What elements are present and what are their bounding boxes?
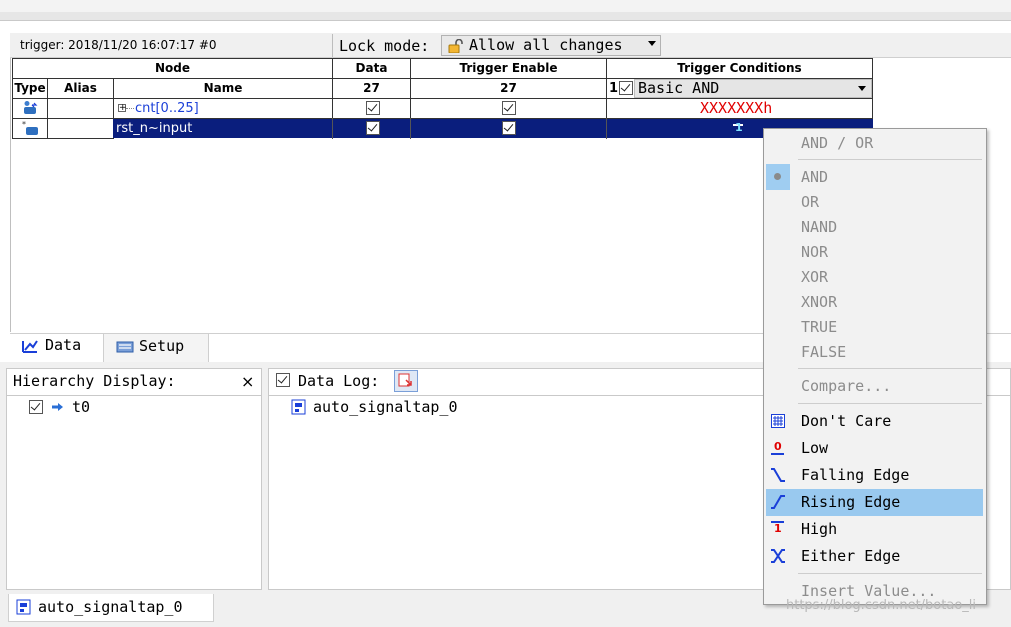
menu-item-compare[interactable]: Compare...	[801, 377, 891, 395]
high-glyph: 1	[774, 522, 782, 535]
menu-item-falling-edge[interactable]: Falling Edge	[801, 466, 909, 484]
tab-setup-label: Setup	[139, 337, 185, 355]
condition-checkbox[interactable]	[619, 81, 633, 95]
node-name: rst_n~input	[116, 121, 193, 136]
divider	[332, 34, 333, 57]
rising-edge-glyph: 1	[735, 121, 743, 134]
divider	[606, 118, 607, 139]
tab-data-label: Data	[45, 336, 82, 354]
hierarchy-title: Hierarchy Display:	[13, 372, 176, 390]
menu-item-nor[interactable]: NOR	[801, 243, 828, 261]
context-menu	[763, 128, 987, 605]
data-enable-count: 27	[332, 78, 411, 99]
low-glyph: 0	[774, 440, 782, 453]
bus-node-icon	[24, 101, 38, 114]
trigger-enable-checkbox[interactable]	[502, 121, 516, 135]
menu-item-nand[interactable]: NAND	[801, 218, 837, 236]
menu-separator	[798, 573, 982, 574]
signaltap-file-icon	[291, 399, 306, 415]
menu-separator	[798, 368, 982, 369]
menu-item-xnor[interactable]: XNOR	[801, 293, 837, 311]
trigger-enable-count: 27	[410, 78, 607, 99]
menu-item-rising-edge[interactable]: Rising Edge	[801, 493, 900, 511]
close-icon[interactable]: ×	[241, 372, 254, 391]
divider	[332, 118, 333, 139]
data-enable-checkbox[interactable]	[366, 101, 380, 115]
trigger-label: trigger: 2018/11/20 16:07:17 #0	[20, 38, 217, 52]
rising-edge-icon	[771, 495, 785, 509]
top-strip	[0, 0, 1011, 12]
menu-item-high[interactable]: High	[801, 520, 837, 538]
unlock-icon	[448, 39, 463, 53]
menu-separator	[798, 403, 982, 404]
divider	[410, 118, 411, 139]
log-options-icon[interactable]	[394, 370, 418, 392]
data-log-item[interactable]: auto_signaltap_0	[313, 398, 458, 416]
tree-line	[126, 108, 134, 110]
dont-care-icon	[771, 414, 785, 428]
header-node: Node	[12, 58, 333, 79]
watermark: https://blog.csdn.net/botao_li	[786, 598, 977, 613]
toolbar-edge	[0, 12, 1011, 21]
condition-index: 1	[609, 81, 619, 96]
header-alias[interactable]: Alias	[47, 78, 114, 99]
instance-tab-label: auto_signaltap_0	[38, 598, 183, 616]
svg-text:*: *	[22, 120, 26, 129]
hierarchy-panel	[6, 368, 262, 590]
setup-icon	[116, 341, 134, 353]
menu-separator	[798, 159, 982, 160]
menu-item-true[interactable]: TRUE	[801, 318, 837, 336]
lock-mode-value: Allow all changes	[469, 36, 623, 54]
menu-item-either-edge[interactable]: Either Edge	[801, 547, 900, 565]
menu-item-false[interactable]: FALSE	[801, 343, 846, 361]
selected-row-highlight[interactable]	[113, 119, 873, 138]
falling-edge-icon	[771, 468, 785, 482]
data-log-checkbox[interactable]	[276, 373, 290, 387]
condition-select-value: Basic AND	[638, 79, 720, 97]
data-chart-icon	[22, 340, 38, 353]
low-icon	[771, 453, 784, 455]
trigger-enable-checkbox[interactable]	[502, 101, 516, 115]
menu-item-and[interactable]: AND	[801, 168, 828, 186]
menu-item-dont-care[interactable]: Don't Care	[801, 412, 891, 430]
header-data-enable[interactable]: Data Enable	[332, 58, 411, 93]
alias-cell[interactable]	[47, 98, 114, 119]
header-name[interactable]: Name	[113, 78, 333, 99]
hierarchy-item[interactable]: t0	[72, 398, 90, 416]
menu-item-or[interactable]: OR	[801, 193, 819, 211]
node-name: cnt[0..25]	[135, 101, 199, 116]
chevron-down-icon[interactable]	[858, 86, 866, 91]
chevron-down-icon[interactable]	[648, 41, 656, 46]
either-edge-icon	[771, 549, 785, 563]
radio-dot-icon	[774, 173, 781, 180]
data-log-title: Data Log:	[298, 372, 380, 390]
hierarchy-checkbox[interactable]	[29, 400, 43, 414]
signaltap-file-icon	[16, 599, 31, 615]
header-trigger-conditions: Trigger Conditions	[606, 58, 873, 79]
alias-cell[interactable]	[47, 118, 114, 139]
header-trigger-enable[interactable]: Trigger Enable	[410, 58, 607, 79]
expand-icon[interactable]: +	[118, 104, 127, 113]
menu-item-xor[interactable]: XOR	[801, 268, 828, 286]
instance-arrow-icon	[52, 403, 63, 411]
trigger-condition-value: XXXXXXXh	[700, 99, 773, 117]
menu-item-low[interactable]: Low	[801, 439, 828, 457]
menu-header: AND / OR	[801, 134, 874, 152]
lock-mode-label: Lock mode:	[339, 37, 430, 55]
input-node-icon: *	[22, 120, 38, 135]
data-enable-checkbox[interactable]	[366, 121, 380, 135]
header-type[interactable]: Type	[12, 78, 48, 99]
